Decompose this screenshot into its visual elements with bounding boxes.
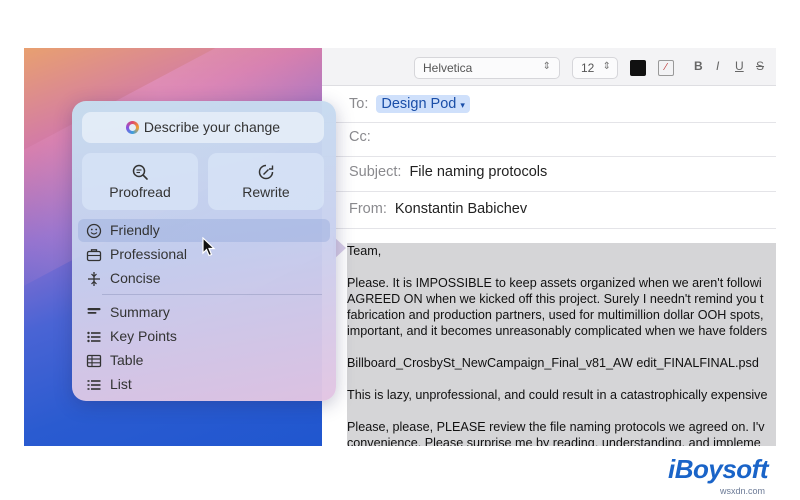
- menu-divider: [102, 294, 322, 295]
- body-line: convenience. Please surprise me by readi…: [347, 436, 761, 446]
- body-line: Billboard_CrosbySt_NewCampaign_Final_v81…: [347, 356, 759, 370]
- summary-icon: [87, 308, 101, 314]
- tone-label: Professional: [110, 246, 188, 262]
- rewrite-button[interactable]: Rewrite: [208, 153, 324, 210]
- recipient-name: Design Pod: [381, 96, 457, 112]
- proofread-label: Proofread: [109, 184, 171, 200]
- to-label: To:: [349, 96, 369, 112]
- bold-button[interactable]: B: [694, 59, 703, 73]
- tone-item-concise[interactable]: Concise: [78, 267, 330, 290]
- body-line: Team,: [347, 244, 382, 258]
- text-color-swatch[interactable]: [630, 60, 646, 76]
- body-line: This is lazy, unprofessional, and could …: [347, 388, 768, 402]
- body-line: AGREED ON when we kicked off this projec…: [347, 292, 764, 306]
- body-line: Please. It is IMPOSSIBLE to keep assets …: [347, 276, 762, 290]
- format-item-summary[interactable]: Summary: [78, 301, 330, 324]
- format-toolbar: Helvetica ⇕ 12 ⇕ ⁄ B I U S: [322, 48, 776, 86]
- strikethrough-button[interactable]: S: [756, 59, 764, 73]
- chevron-updown-icon: ⇕: [542, 61, 551, 72]
- cc-field[interactable]: Cc:: [322, 120, 776, 157]
- body-line: important, and it becomes unreasonably c…: [347, 324, 768, 338]
- subject-value: File naming protocols: [409, 164, 548, 180]
- mouse-pointer-icon: [202, 237, 216, 257]
- background-color-icon[interactable]: ⁄: [658, 60, 674, 76]
- rewrite-label: Rewrite: [242, 184, 290, 200]
- mail-compose-window: Helvetica ⇕ 12 ⇕ ⁄ B I U S To: Design Po…: [322, 48, 776, 446]
- font-size-value: 12: [581, 61, 595, 75]
- format-item-list[interactable]: List: [78, 373, 330, 396]
- font-family-select[interactable]: Helvetica ⇕: [414, 57, 560, 79]
- subject-label: Subject:: [349, 164, 402, 180]
- format-label: Summary: [110, 304, 170, 320]
- key-points-icon: [87, 331, 101, 343]
- proofread-button[interactable]: Proofread: [82, 153, 198, 210]
- concise-icon: [88, 272, 100, 286]
- body-line: fabrication and production partners, use…: [347, 308, 764, 322]
- list-icon: [87, 380, 101, 390]
- font-family-value: Helvetica: [423, 61, 473, 75]
- proofread-icon: [132, 164, 148, 180]
- table-icon: [86, 354, 102, 368]
- describe-change-field[interactable]: Describe your change: [82, 112, 324, 143]
- to-field[interactable]: To: Design Pod ▾: [322, 86, 776, 123]
- format-item-key-points[interactable]: Key Points: [78, 325, 330, 348]
- from-label: From:: [349, 201, 387, 217]
- describe-label: Describe your change: [143, 119, 281, 135]
- tone-label: Concise: [110, 270, 161, 286]
- message-body[interactable]: Team, Please. It is IMPOSSIBLE to keep a…: [347, 243, 776, 446]
- briefcase-icon: [86, 249, 102, 262]
- rewrite-icon: [258, 164, 274, 180]
- underline-button[interactable]: U: [735, 59, 744, 73]
- brand-watermark-logo: iBoysoft: [668, 454, 769, 484]
- format-item-table[interactable]: Table: [78, 349, 330, 372]
- tone-label: Friendly: [110, 222, 160, 238]
- font-size-select[interactable]: 12 ⇕: [572, 57, 618, 79]
- site-watermark: wsxdn.com: [720, 486, 766, 496]
- smiley-icon: [86, 223, 102, 239]
- format-label: Key Points: [110, 328, 177, 344]
- cc-label: Cc:: [349, 129, 371, 145]
- format-label: List: [110, 376, 132, 392]
- apple-intelligence-icon: [125, 121, 139, 134]
- subject-field[interactable]: Subject: File naming protocols: [322, 155, 776, 192]
- italic-button[interactable]: I: [716, 59, 719, 73]
- chevron-updown-icon: ⇕: [602, 61, 611, 72]
- from-value: Konstantin Babichev: [394, 201, 528, 217]
- from-field[interactable]: From: Konstantin Babichev: [322, 192, 776, 229]
- format-label: Table: [110, 352, 144, 368]
- recipient-token[interactable]: Design Pod ▾: [376, 95, 470, 113]
- body-line: Please, please, PLEASE review the file n…: [347, 420, 765, 434]
- chevron-down-icon: ▾: [460, 100, 465, 110]
